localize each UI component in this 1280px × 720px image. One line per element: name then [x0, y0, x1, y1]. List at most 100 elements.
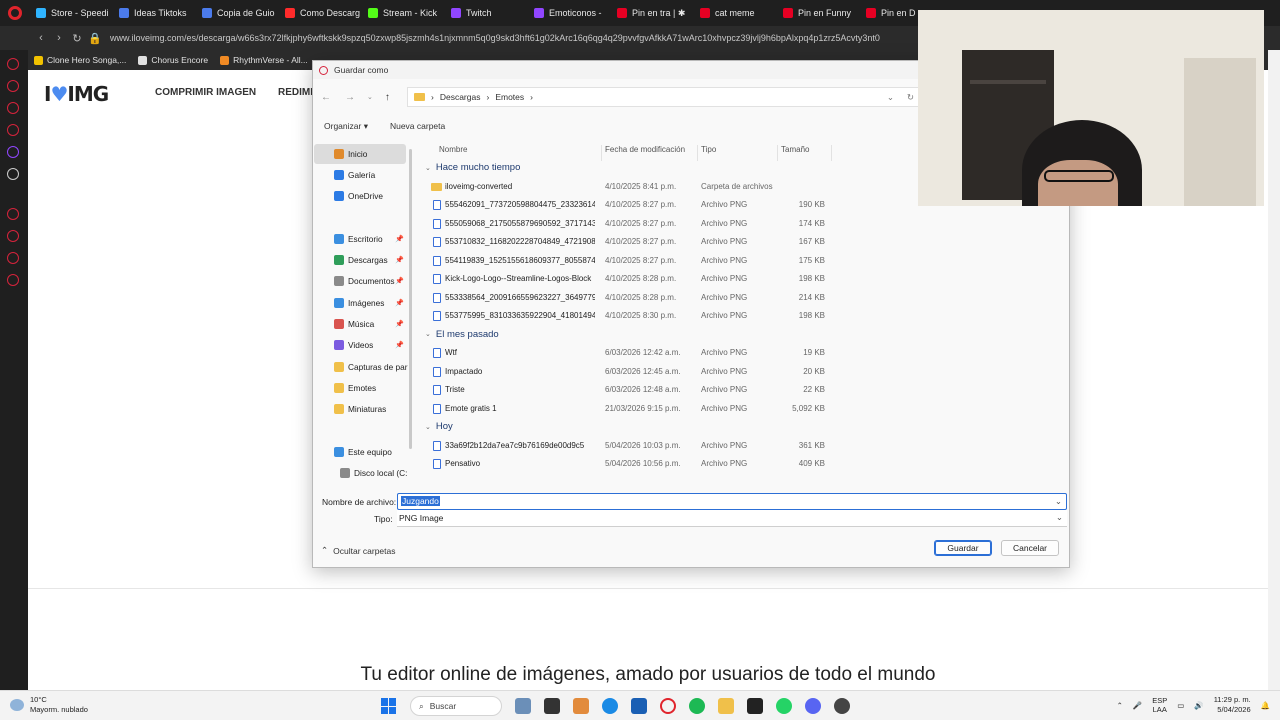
breadcrumb-item[interactable]: Emotes — [495, 92, 524, 102]
capcut-icon[interactable] — [544, 698, 560, 714]
file-group-header[interactable]: ⌄ Hace mucho tiempo — [425, 162, 520, 173]
refresh-icon[interactable]: ↻ — [907, 92, 914, 103]
site-logo[interactable]: I♥IMG — [44, 82, 109, 106]
nav-pane-item[interactable]: Galería — [314, 165, 406, 185]
file-row[interactable]: Pensativo 5/04/2026 10:56 p.m. Archivo PNG… — [427, 455, 827, 473]
volume-icon[interactable]: 🔊 — [1194, 701, 1203, 710]
browser-tab[interactable]: Store - Speedi — [30, 0, 113, 26]
file-group-header[interactable]: ⌄ El mes pasado — [425, 329, 499, 340]
taskbar-search[interactable]: ⌕ Buscar — [410, 696, 502, 716]
column-size[interactable]: Tamaño — [781, 145, 809, 154]
bookmark-item[interactable]: Clone Hero Songa,... — [34, 55, 126, 65]
file-explorer-icon[interactable] — [718, 698, 734, 714]
sidebar-icon[interactable] — [7, 252, 19, 264]
weather-widget[interactable]: 10°C Mayorm. nublado — [10, 695, 88, 715]
twitch-icon[interactable] — [7, 146, 19, 158]
notifications-icon[interactable]: 🔔 — [1261, 701, 1270, 710]
epic-games-icon[interactable] — [747, 698, 763, 714]
chevron-down-icon[interactable]: ⌄ — [1055, 496, 1062, 507]
browser-tab[interactable]: Twitch — [445, 0, 528, 26]
copilot-icon[interactable] — [573, 698, 589, 714]
file-row[interactable]: 553775995_831033635922904_4180149461... 4… — [427, 307, 827, 325]
chevron-down-icon[interactable]: ⌄ — [887, 92, 894, 103]
hide-folders-toggle[interactable]: ⌃ Ocultar carpetas — [321, 545, 396, 556]
reload-icon[interactable]: ↻ — [68, 32, 86, 45]
column-date[interactable]: Fecha de modificación — [605, 145, 685, 154]
nav-pane-item[interactable]: Descargas 📌 — [314, 250, 406, 270]
nav-pane-item[interactable]: OneDrive — [314, 186, 406, 206]
file-row[interactable]: 33a69f2b12da7ea7c9b76169de00d9c5 5/04/202… — [427, 437, 827, 455]
language-indicator[interactable]: ESP LAA — [1152, 696, 1167, 714]
file-row[interactable]: 553710832_1168202228704849_472190857... 4… — [427, 233, 827, 251]
save-button[interactable]: Guardar — [934, 540, 992, 556]
chevron-up-icon[interactable]: ⌃ — [1117, 701, 1123, 710]
browser-tab[interactable]: Pin en Funny — [777, 0, 860, 26]
nav-pane-item[interactable]: Música 📌 — [314, 314, 406, 334]
bookmark-item[interactable]: Chorus Encore — [138, 55, 208, 65]
sidebar-icon[interactable] — [7, 80, 19, 92]
browser-tab[interactable]: Copia de Guio — [196, 0, 279, 26]
nav-compress-link[interactable]: COMPRIMIR IMAGEN — [155, 87, 256, 98]
file-row[interactable]: Kick-Logo-Logo--Streamline-Logos-Block 4/… — [427, 270, 827, 288]
file-row[interactable]: 555059068_2175055879690592_371714382... 4… — [427, 215, 827, 233]
browser-tab[interactable]: Como Descarg — [279, 0, 362, 26]
x-icon[interactable] — [7, 168, 19, 180]
url-field[interactable]: www.iloveimg.com/es/descarga/w66s3rx72lf… — [110, 33, 910, 43]
browser-tab[interactable]: Pin en tra | ✱ — [611, 0, 694, 26]
nav-pane-item[interactable]: Capturas de par — [314, 357, 408, 377]
browser-tab[interactable]: Ideas Tiktoks — [113, 0, 196, 26]
column-name[interactable]: Nombre — [439, 145, 467, 154]
store-icon[interactable] — [631, 698, 647, 714]
settings-icon[interactable] — [7, 274, 19, 286]
task-view-icon[interactable] — [515, 698, 531, 714]
up-icon[interactable]: ↑ — [385, 92, 390, 103]
sidebar-icon[interactable] — [7, 58, 19, 70]
file-row[interactable]: 553338564_2009166559623227_364977906... 4… — [427, 289, 827, 307]
sidebar-icon[interactable] — [7, 102, 19, 114]
nav-pane-item[interactable]: Inicio — [314, 144, 406, 164]
file-row[interactable]: 554119839_1525155618609377_805587486... 4… — [427, 252, 827, 270]
breadcrumb-item[interactable]: Descargas — [440, 92, 481, 102]
obs-icon[interactable] — [834, 698, 850, 714]
nav-pane-item[interactable]: Documentos 📌 — [314, 271, 406, 291]
filename-input[interactable]: Juzgando ⌄ — [397, 493, 1067, 510]
display-icon[interactable]: ▭ — [1177, 701, 1184, 710]
nav-pane-item[interactable]: Este equipo — [314, 442, 406, 462]
clock[interactable]: 11:29 p. m. 5/04/2026 — [1214, 695, 1251, 715]
nav-pane-scrollbar[interactable] — [409, 149, 412, 449]
file-row[interactable]: Emote gratis 1 21/03/2026 9:15 p.m. Archiv… — [427, 400, 827, 418]
nav-pane-item[interactable]: Escritorio 📌 — [314, 229, 406, 249]
nav-pane-item[interactable]: Videos 📌 — [314, 335, 406, 355]
new-folder-button[interactable]: Nueva carpeta — [390, 121, 445, 131]
column-type[interactable]: Tipo — [701, 145, 716, 154]
discord-icon[interactable] — [805, 698, 821, 714]
cancel-button[interactable]: Cancelar — [1001, 540, 1059, 556]
forward-icon[interactable]: → — [345, 92, 355, 103]
browser-tab[interactable]: Emoticonos - — [528, 0, 611, 26]
microphone-icon[interactable]: 🎤 — [1133, 701, 1142, 710]
opera-icon[interactable] — [660, 698, 676, 714]
file-group-header[interactable]: ⌄ Hoy — [425, 421, 453, 432]
right-scrollbar[interactable] — [1268, 50, 1280, 690]
file-row[interactable]: 555462091_773720598804475_2332361440... 4… — [427, 196, 827, 214]
sidebar-icon[interactable] — [7, 208, 19, 220]
nav-pane-item[interactable]: Imágenes 📌 — [314, 293, 406, 313]
edge-icon[interactable] — [602, 698, 618, 714]
file-row[interactable]: Triste 6/03/2026 12:48 a.m. Archivo PNG 22 … — [427, 381, 827, 399]
bookmark-item[interactable]: RhythmVerse - All... — [220, 55, 308, 65]
chevron-down-icon[interactable]: ⌄ — [1056, 512, 1063, 523]
recent-chevron-icon[interactable]: ⌄ — [367, 93, 373, 101]
sidebar-icon[interactable] — [7, 230, 19, 242]
file-row[interactable]: Wtf 6/03/2026 12:42 a.m. Archivo PNG 19 KB — [427, 344, 827, 362]
sidebar-icon[interactable] — [7, 124, 19, 136]
organize-button[interactable]: Organizar ▾ — [324, 121, 368, 132]
back-icon[interactable]: ← — [321, 92, 331, 103]
windows-start-icon[interactable] — [381, 698, 397, 714]
browser-tab[interactable]: cat meme — [694, 0, 777, 26]
back-icon[interactable]: ‹ — [32, 32, 50, 44]
forward-icon[interactable]: › — [50, 32, 68, 44]
nav-pane-item[interactable]: Emotes — [314, 378, 406, 398]
browser-tab[interactable]: Stream - Kick — [362, 0, 445, 26]
path-bar[interactable]: › Descargas › Emotes › ⌄ ↻ — [407, 87, 919, 107]
spotify-icon[interactable] — [689, 698, 705, 714]
